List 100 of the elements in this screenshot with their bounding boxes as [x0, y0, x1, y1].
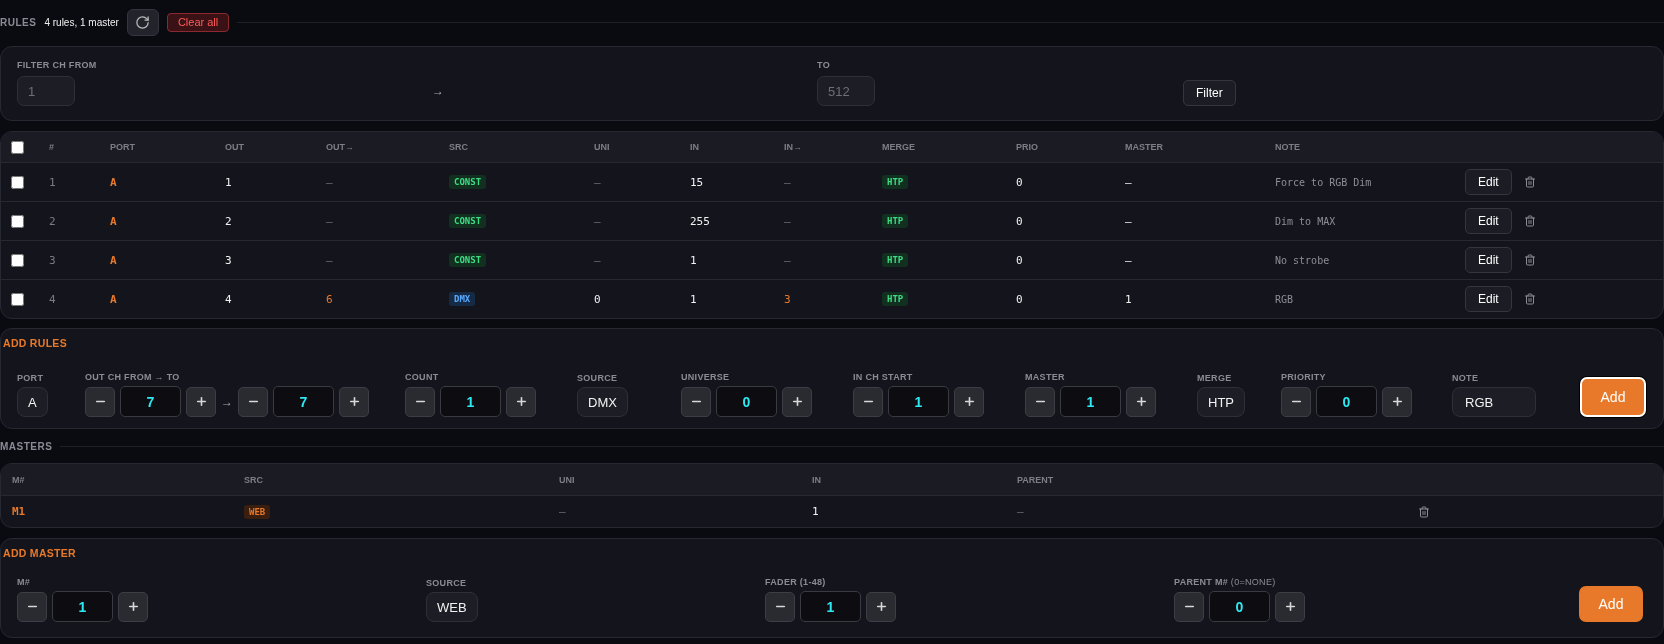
increment-button[interactable] [506, 386, 536, 417]
plus-icon [347, 395, 361, 408]
refresh-button[interactable] [126, 8, 159, 36]
decrement-button[interactable] [1174, 591, 1204, 622]
decrement-button[interactable] [853, 386, 883, 417]
delete-icon[interactable] [1523, 293, 1536, 305]
filter-button[interactable]: Filter [1183, 80, 1236, 106]
field-label: SOURCE [577, 373, 618, 383]
select-field[interactable]: DMX [577, 387, 628, 417]
column-header: IN [690, 142, 700, 152]
delete-icon[interactable] [1523, 176, 1536, 188]
arrow-text: → [221, 394, 233, 409]
table-cell-text: 3 [49, 253, 57, 267]
number-field[interactable]: 0 [1316, 386, 1377, 417]
table-cell-text: 1 [812, 505, 820, 518]
increment-button[interactable] [954, 386, 984, 417]
decrement-button[interactable] [85, 386, 115, 417]
table-cell-text: — [784, 253, 792, 267]
table-cell-text: 3 [784, 292, 792, 306]
row-checkbox[interactable] [11, 214, 24, 228]
row-checkbox[interactable] [11, 253, 24, 267]
table-cell-text: A [110, 214, 118, 228]
column-header: SRC [244, 474, 264, 485]
plus-icon [790, 395, 804, 408]
field-label: COUNT [405, 372, 439, 382]
table-cell-text: 15 [690, 175, 705, 189]
column-header: OUT→ [326, 142, 355, 152]
merge-tag: HTP [882, 253, 909, 267]
field-label: PRIORITY [1281, 372, 1326, 382]
note-field[interactable]: RGB [1452, 387, 1536, 417]
table-cell-text: 1 [690, 253, 698, 267]
edit-button[interactable]: Edit [1465, 169, 1512, 195]
table-cell-text: 1 [49, 175, 57, 189]
table-cell-text: — [326, 214, 334, 228]
table-cell-text: — [559, 505, 567, 518]
field-label: FADER (1-48) [765, 577, 826, 587]
increment-button[interactable] [339, 386, 369, 417]
select-field[interactable]: A [17, 387, 48, 417]
field-label: UNIVERSE [681, 372, 730, 382]
edit-button[interactable]: Edit [1465, 247, 1512, 273]
select-all-checkbox[interactable] [11, 140, 24, 154]
increment-button[interactable] [118, 591, 148, 622]
decrement-button[interactable] [1281, 386, 1311, 417]
from-field[interactable]: 1 [17, 76, 75, 106]
to-field[interactable]: 512 [817, 76, 875, 106]
number-field[interactable]: 7 [273, 386, 334, 417]
number-field[interactable]: 0 [716, 386, 777, 417]
number-field[interactable]: 7 [120, 386, 181, 417]
clear-all-button[interactable]: Clear all [166, 12, 230, 32]
table-cell-text: — [1125, 214, 1133, 228]
table-cell-text: Dim to MAX [1275, 215, 1337, 227]
increment-button[interactable] [186, 386, 216, 417]
column-header: UNI [559, 474, 576, 485]
table-cell-text: 0 [1016, 292, 1024, 306]
delete-icon[interactable] [1523, 215, 1536, 227]
delete-icon[interactable] [1523, 254, 1536, 266]
row-checkbox[interactable] [11, 292, 24, 306]
select-field[interactable]: WEB [426, 592, 478, 622]
source-tag: CONST [449, 253, 487, 267]
delete-icon[interactable] [1418, 505, 1430, 518]
field-label: MASTER [1025, 372, 1065, 382]
column-header: PORT [110, 142, 136, 152]
source-tag: CONST [449, 175, 487, 189]
number-field[interactable]: 1 [440, 386, 501, 417]
row-checkbox[interactable] [11, 175, 24, 189]
number-field[interactable]: 1 [1060, 386, 1121, 417]
table-cell-text: — [594, 214, 602, 228]
column-header: IN [812, 474, 822, 485]
table-cell-text: 1 [225, 175, 233, 189]
field-label: NOTE [1452, 373, 1479, 383]
table-cell-text: — [1125, 253, 1133, 267]
edit-button[interactable]: Edit [1465, 286, 1512, 312]
decrement-button[interactable] [238, 386, 268, 417]
increment-button[interactable] [1382, 386, 1412, 417]
edit-button[interactable]: Edit [1465, 208, 1512, 234]
increment-button[interactable] [866, 591, 896, 622]
increment-button[interactable] [1126, 386, 1156, 417]
number-field[interactable]: 1 [888, 386, 949, 417]
increment-button[interactable] [782, 386, 812, 417]
panel-title: ADD MASTER [2, 546, 77, 559]
section-title: RULES [0, 16, 37, 28]
table-cell-text: 0 [1016, 214, 1024, 228]
decrement-button[interactable] [765, 591, 795, 622]
column-header: PARENT [1017, 474, 1055, 485]
number-field[interactable]: 1 [52, 591, 113, 622]
decrement-button[interactable] [1025, 386, 1055, 417]
number-field[interactable]: 1 [800, 591, 861, 622]
table-cell-text: A [110, 292, 118, 306]
table-cell-text: 2 [225, 214, 233, 228]
select-field[interactable]: HTP [1197, 387, 1245, 417]
decrement-button[interactable] [17, 591, 47, 622]
decrement-button[interactable] [405, 386, 435, 417]
table-cell-text: — [326, 175, 334, 189]
table-cell-text: M1 [12, 505, 27, 518]
decrement-button[interactable] [681, 386, 711, 417]
table-cell-text: No strobe [1275, 254, 1331, 266]
table-cell-text: 4 [225, 292, 233, 306]
increment-button[interactable] [1275, 591, 1305, 622]
number-field[interactable]: 0 [1209, 591, 1270, 622]
table-cell-text: 255 [690, 214, 711, 228]
